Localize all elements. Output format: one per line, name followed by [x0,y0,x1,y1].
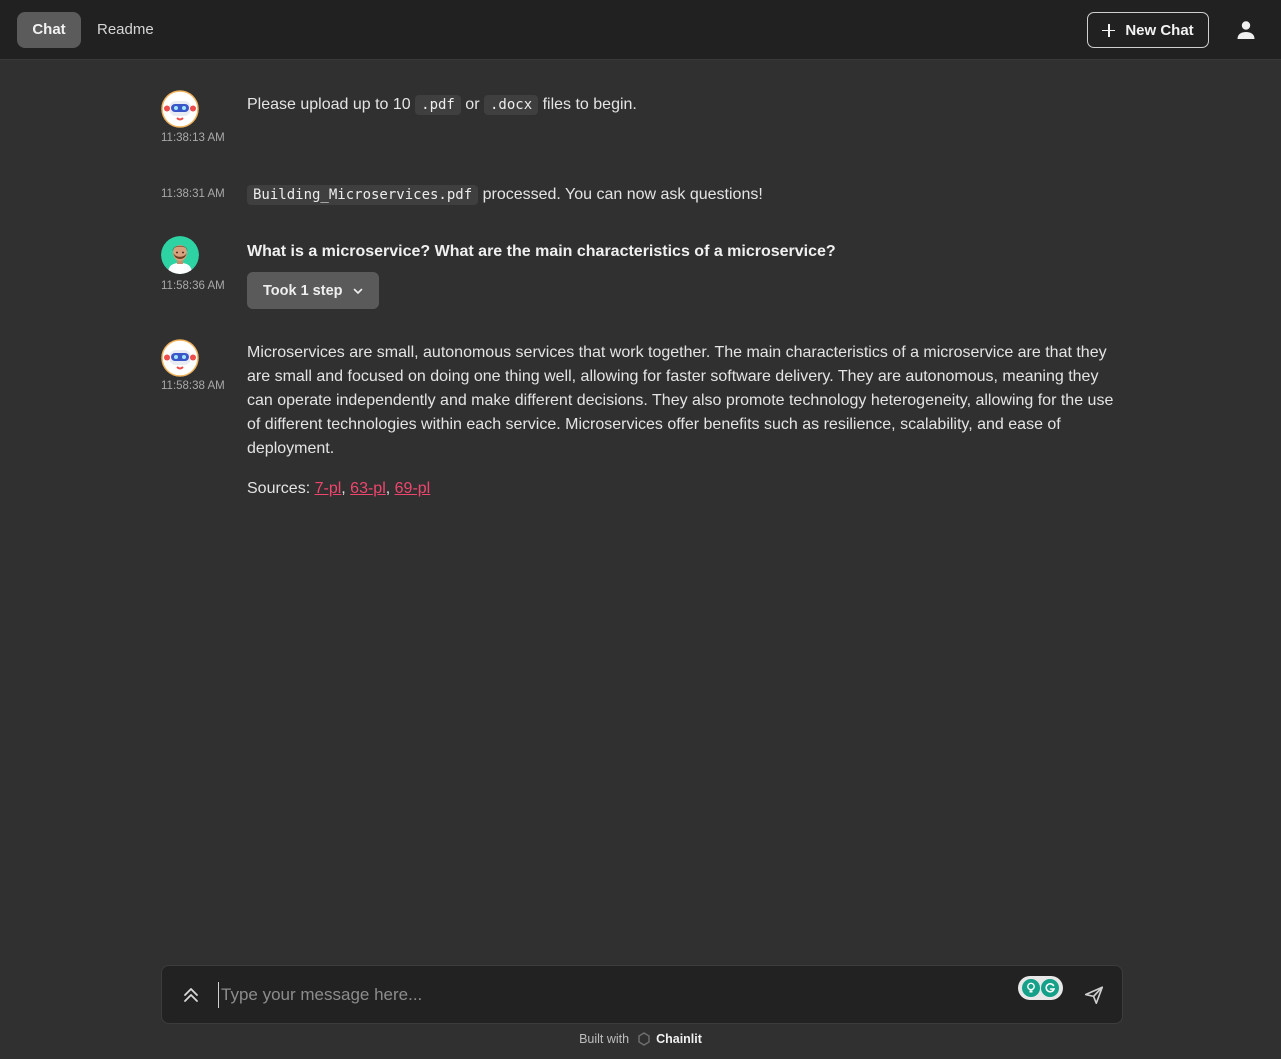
message-input[interactable] [218,982,998,1008]
new-chat-label: New Chat [1125,21,1194,39]
grammarly-widget[interactable] [1018,976,1063,1000]
message-time: 11:58:38 AM [161,380,225,392]
text-segment: files to begin. [538,96,637,113]
took-step-button[interactable]: Took 1 step [247,272,379,309]
message-composer [161,965,1123,1024]
built-with-text: Built with [579,1032,630,1046]
user-icon[interactable] [1234,18,1258,42]
user-question: What is a microservice? What are the mai… [247,243,836,260]
message-time: 11:38:31 AM [161,188,225,200]
chainlit-logo-icon [637,1032,650,1046]
robot-avatar [161,90,199,128]
send-icon[interactable] [1083,984,1105,1006]
sources-line: Sources: 7-pl, 63-pl, 69-pl [247,477,430,501]
message-text: Building_Microservices.pdf processed. Yo… [247,183,763,207]
text-segment: Please upload up to 10 [247,96,416,113]
top-bar: Chat Readme New Chat [0,0,1281,60]
new-chat-button[interactable]: New Chat [1087,12,1209,48]
robot-avatar [161,339,199,377]
chevron-down-icon [353,288,362,294]
tab-chat[interactable]: Chat [17,12,81,48]
message-time: 11:58:36 AM [161,280,225,292]
answer-text: Microservices are small, autonomous serv… [247,344,1114,457]
footer: Built with Chainlit [0,1032,1281,1046]
source-link[interactable]: 7-pl [315,480,342,497]
code-filename: Building_Microservices.pdf [247,185,479,205]
lightbulb-icon [1021,979,1040,997]
text-segment: or [460,96,484,113]
message-time: 11:38:13 AM [161,132,225,144]
tab-readme[interactable]: Readme [81,12,170,48]
text-segment: processed. You can now ask questions! [478,186,763,203]
code-docx: .docx [483,95,539,115]
chainlit-brand[interactable]: Chainlit [656,1032,702,1046]
message-text: Please upload up to 10 .pdf or .docx fil… [247,93,637,117]
source-separator: , [385,480,395,497]
code-pdf: .pdf [415,95,461,115]
chevrons-up-icon[interactable] [181,985,201,1005]
user-avatar [161,236,199,274]
grammarly-icon [1041,979,1060,997]
step-label: Took 1 step [263,282,343,299]
sources-label: Sources: [247,480,315,497]
source-link[interactable]: 63-pl [350,480,386,497]
source-separator: , [341,480,351,497]
plus-icon [1102,23,1116,37]
source-link[interactable]: 69-pl [395,480,431,497]
